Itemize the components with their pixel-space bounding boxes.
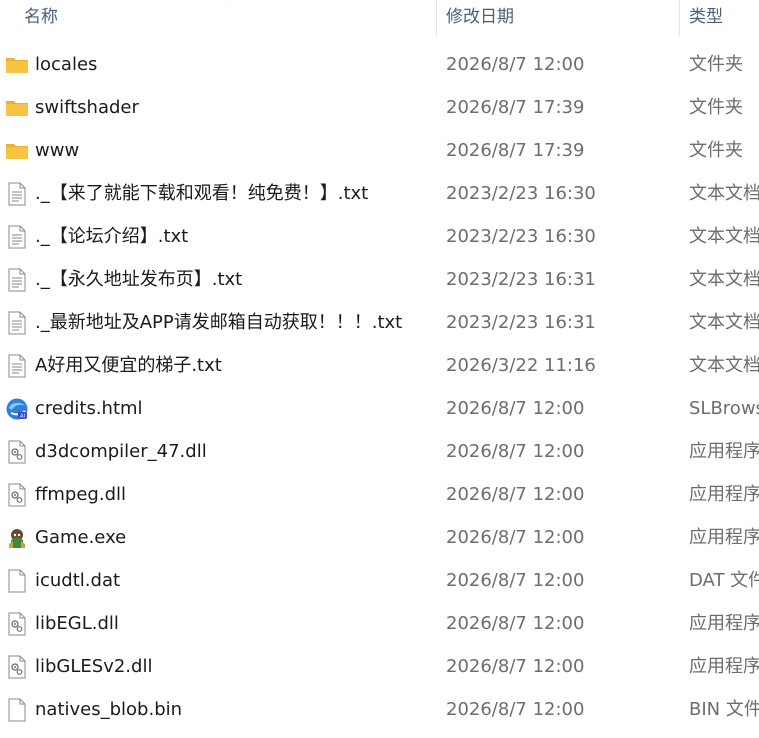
file-modified-date: 2026/8/7 12:00 [446, 484, 585, 505]
file-modified-date: 2023/2/23 16:31 [446, 269, 596, 290]
game-exe-icon [5, 526, 29, 550]
text-file-icon [5, 268, 29, 292]
file-name: ._最新地址及APP请发邮箱自动获取！！！.txt [35, 312, 403, 333]
file-modified-date: 2026/3/22 11:16 [446, 355, 596, 376]
file-row[interactable]: A好用又便宜的梯子.txt 2026/3/22 11:16 文本文档 [0, 344, 759, 387]
file-row[interactable]: ._最新地址及APP请发邮箱自动获取！！！.txt 2023/2/23 16:3… [0, 301, 759, 344]
file-type: 文本文档 [689, 355, 759, 376]
file-row[interactable]: ._【永久地址发布页】.txt 2023/2/23 16:31 文本文档 [0, 258, 759, 301]
file-modified-date: 2026/8/7 12:00 [446, 441, 585, 462]
sort-ascending-icon [222, 0, 230, 1]
text-file-icon [5, 311, 29, 335]
text-file-icon [5, 225, 29, 249]
file-type: 应用程序扩展 [689, 656, 759, 677]
file-name: natives_blob.bin [35, 699, 183, 720]
file-type: 应用程序扩展 [689, 484, 759, 505]
file-type: DAT 文件 [689, 570, 759, 591]
dll-file-icon [5, 612, 29, 636]
file-type: BIN 文件 [689, 699, 759, 720]
column-divider[interactable] [436, 0, 437, 36]
file-name: credits.html [35, 398, 143, 419]
file-row[interactable]: ._【论坛介绍】.txt 2023/2/23 16:30 文本文档 [0, 215, 759, 258]
svg-text:AI: AI [20, 414, 25, 420]
file-name: icudtl.dat [35, 570, 121, 591]
file-name: d3dcompiler_47.dll [35, 441, 207, 462]
column-header-type[interactable]: 类型 [689, 0, 723, 36]
file-modified-date: 2026/8/7 12:00 [446, 527, 585, 548]
file-name: www [35, 140, 80, 161]
browser-icon: AI [5, 397, 29, 421]
folder-icon [5, 96, 29, 120]
file-row[interactable]: locales 2026/8/7 12:00 文件夹 [0, 43, 759, 86]
file-row[interactable]: swiftshader 2026/8/7 17:39 文件夹 [0, 86, 759, 129]
file-modified-date: 2026/8/7 12:00 [446, 54, 585, 75]
file-row[interactable]: ._【来了就能下载和观看！纯免费！】.txt 2023/2/23 16:30 文… [0, 172, 759, 215]
blank-file-icon [5, 698, 29, 722]
file-modified-date: 2026/8/7 12:00 [446, 398, 585, 419]
column-header-name[interactable]: 名称 [24, 0, 58, 36]
file-name: ._【来了就能下载和观看！纯免费！】.txt [35, 183, 369, 204]
dll-file-icon [5, 483, 29, 507]
file-type: 文本文档 [689, 183, 759, 204]
file-name: libEGL.dll [35, 613, 119, 634]
file-modified-date: 2023/2/23 16:31 [446, 312, 596, 333]
file-modified-date: 2026/8/7 12:00 [446, 699, 585, 720]
dll-file-icon [5, 655, 29, 679]
file-modified-date: 2026/8/7 17:39 [446, 97, 585, 118]
folder-icon [5, 53, 29, 77]
text-file-icon [5, 354, 29, 378]
file-type: 文件夹 [689, 140, 743, 161]
file-type: 应用程序扩展 [689, 613, 759, 634]
file-type: 文件夹 [689, 54, 743, 75]
file-row[interactable]: www 2026/8/7 17:39 文件夹 [0, 129, 759, 172]
file-name: Game.exe [35, 527, 127, 548]
file-name: libGLESv2.dll [35, 656, 153, 677]
file-row[interactable]: d3dcompiler_47.dll 2026/8/7 12:00 应用程序扩展 [0, 430, 759, 473]
file-type: 文本文档 [689, 312, 759, 333]
file-row[interactable]: libGLESv2.dll 2026/8/7 12:00 应用程序扩展 [0, 645, 759, 688]
file-row[interactable]: ffmpeg.dll 2026/8/7 12:00 应用程序扩展 [0, 473, 759, 516]
column-divider[interactable] [679, 0, 680, 36]
text-file-icon [5, 182, 29, 206]
file-name: locales [35, 54, 98, 75]
file-type: SLBrowser [689, 398, 759, 419]
file-modified-date: 2026/8/7 12:00 [446, 613, 585, 634]
file-row[interactable]: Game.exe 2026/8/7 12:00 应用程序 [0, 516, 759, 559]
file-type: 应用程序 [689, 527, 759, 548]
file-row[interactable]: natives_blob.bin 2026/8/7 12:00 BIN 文件 [0, 688, 759, 731]
blank-file-icon [5, 569, 29, 593]
folder-icon [5, 139, 29, 163]
file-modified-date: 2023/2/23 16:30 [446, 183, 596, 204]
column-header-date[interactable]: 修改日期 [446, 0, 514, 36]
file-modified-date: 2023/2/23 16:30 [446, 226, 596, 247]
file-type: 应用程序扩展 [689, 441, 759, 462]
file-type: 文本文档 [689, 226, 759, 247]
file-modified-date: 2026/8/7 12:00 [446, 656, 585, 677]
file-modified-date: 2026/8/7 12:00 [446, 570, 585, 591]
file-row[interactable]: libEGL.dll 2026/8/7 12:00 应用程序扩展 [0, 602, 759, 645]
file-type: 文件夹 [689, 97, 743, 118]
file-list: locales 2026/8/7 12:00 文件夹 swiftshader 2… [0, 43, 759, 731]
column-header-bar: 名称 修改日期 类型 [0, 0, 759, 36]
file-name: A好用又便宜的梯子.txt [35, 355, 222, 376]
file-name: ffmpeg.dll [35, 484, 127, 505]
file-row[interactable]: AI credits.html 2026/8/7 12:00 SLBrowser [0, 387, 759, 430]
file-name: ._【永久地址发布页】.txt [35, 269, 243, 290]
file-type: 文本文档 [689, 269, 759, 290]
file-name: swiftshader [35, 97, 139, 118]
file-row[interactable]: icudtl.dat 2026/8/7 12:00 DAT 文件 [0, 559, 759, 602]
file-name: ._【论坛介绍】.txt [35, 226, 189, 247]
dll-file-icon [5, 440, 29, 464]
file-modified-date: 2026/8/7 17:39 [446, 140, 585, 161]
